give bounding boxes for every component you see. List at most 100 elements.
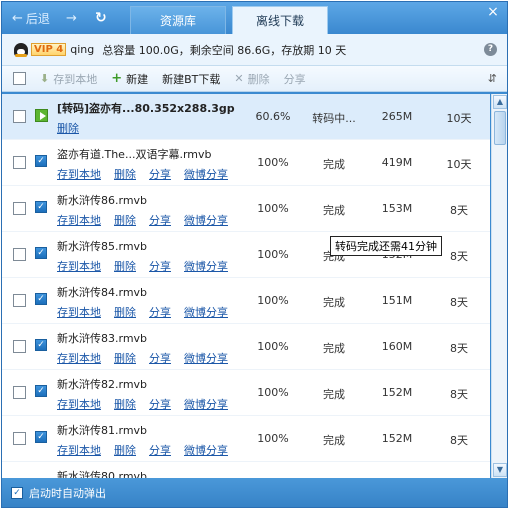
- new-bt-label: 新建BT下载: [162, 72, 221, 86]
- share-link[interactable]: 分享: [149, 258, 171, 274]
- save-local-link[interactable]: 存到本地: [57, 304, 101, 320]
- scroll-up-icon[interactable]: ▲: [493, 95, 507, 109]
- delete-link[interactable]: 删除: [57, 120, 79, 136]
- task-row[interactable]: ✓ 盗亦有道.The...双语字幕.rmvb 存到本地 删除 分享 微博分享 100%…: [2, 140, 490, 186]
- title-bar: ← 后退 → ↻ 资源库 离线下载 ×: [2, 2, 507, 34]
- sort-icon[interactable]: ⇵: [488, 72, 497, 85]
- row-checkbox[interactable]: [13, 202, 26, 215]
- complete-check-icon: ✓: [35, 247, 47, 259]
- delete-link[interactable]: 删除: [114, 396, 136, 412]
- progress-percent: 100%: [257, 294, 289, 307]
- task-row[interactable]: ✓ 新水浒传84.rmvb 存到本地 删除 分享 微博分享 100% 完成 151M …: [2, 278, 490, 324]
- save-local-label: 存到本地: [53, 72, 98, 86]
- qq-penguin-icon: [14, 42, 28, 57]
- file-size: 160M: [381, 340, 413, 353]
- select-all-checkbox[interactable]: [13, 72, 26, 85]
- task-row[interactable]: 新水浒传80.rmvb: [2, 462, 490, 478]
- delete-link[interactable]: 删除: [114, 212, 136, 228]
- weibo-share-link[interactable]: 微博分享: [184, 442, 228, 458]
- file-size: 152M: [381, 386, 413, 399]
- share-link[interactable]: 分享: [149, 442, 171, 458]
- row-checkbox[interactable]: [13, 386, 26, 399]
- delete-link[interactable]: 删除: [114, 350, 136, 366]
- new-bt-button[interactable]: 新建BT下载: [162, 71, 220, 87]
- delete-label: 删除: [247, 72, 270, 86]
- save-local-link[interactable]: 存到本地: [57, 258, 101, 274]
- new-task-button[interactable]: + 新建: [111, 71, 148, 87]
- row-checkbox[interactable]: [13, 432, 26, 445]
- task-row[interactable]: [转码]盗亦有...80.352x288.3gp 删除 60.6% 转码中...…: [2, 94, 490, 140]
- back-button[interactable]: ← 后退: [12, 8, 50, 28]
- save-local-link[interactable]: 存到本地: [57, 442, 101, 458]
- task-row[interactable]: ✓ 新水浒传83.rmvb 存到本地 删除 分享 微博分享 100% 完成 160M …: [2, 324, 490, 370]
- delete-link[interactable]: 删除: [114, 166, 136, 182]
- row-checkbox[interactable]: [13, 156, 26, 169]
- file-name: 新水浒传85.rmvb: [57, 240, 148, 253]
- weibo-share-link[interactable]: 微博分享: [184, 304, 228, 320]
- vip-badge: VIP 4: [31, 43, 67, 56]
- delete-link[interactable]: 删除: [114, 442, 136, 458]
- forward-button[interactable]: →: [66, 8, 77, 28]
- tab-resource-library[interactable]: 资源库: [130, 6, 226, 34]
- weibo-share-link[interactable]: 微博分享: [184, 350, 228, 366]
- progress-percent: 100%: [257, 340, 289, 353]
- task-row[interactable]: ✓ 新水浒传86.rmvb 存到本地 删除 分享 微博分享 100% 完成 153M …: [2, 186, 490, 232]
- share-link[interactable]: 分享: [149, 212, 171, 228]
- complete-check-icon: ✓: [35, 293, 47, 305]
- task-row[interactable]: ✓ 新水浒传81.rmvb 存到本地 删除 分享 微博分享 100% 完成 152M …: [2, 416, 490, 462]
- transcode-tooltip: 转码完成还需41分钟: [330, 236, 442, 256]
- save-local-button[interactable]: ⬇ 存到本地: [40, 71, 97, 87]
- toolbar: ⬇ 存到本地 + 新建 新建BT下载 ✕ 删除 分享 ⇵: [2, 66, 507, 92]
- play-icon[interactable]: [35, 109, 48, 122]
- file-size: 152M: [381, 432, 413, 445]
- file-size: 265M: [381, 110, 413, 123]
- delete-link[interactable]: 删除: [114, 304, 136, 320]
- file-size: 419M: [381, 156, 413, 169]
- file-name: 新水浒传83.rmvb: [57, 332, 148, 345]
- share-button[interactable]: 分享: [284, 71, 306, 87]
- new-label: 新建: [126, 72, 149, 86]
- close-button[interactable]: ×: [485, 4, 501, 20]
- weibo-share-link[interactable]: 微博分享: [184, 258, 228, 274]
- weibo-share-link[interactable]: 微博分享: [184, 396, 228, 412]
- save-local-link[interactable]: 存到本地: [57, 396, 101, 412]
- help-icon[interactable]: ?: [484, 43, 497, 56]
- share-link[interactable]: 分享: [149, 396, 171, 412]
- task-row[interactable]: ✓ 新水浒传82.rmvb 存到本地 删除 分享 微博分享 100% 完成 152M …: [2, 370, 490, 416]
- share-link[interactable]: 分享: [149, 304, 171, 320]
- task-status: 完成: [323, 388, 345, 401]
- days-remaining: 8天: [450, 296, 468, 309]
- days-remaining: 8天: [450, 250, 468, 263]
- days-remaining: 10天: [446, 158, 472, 171]
- scroll-down-icon[interactable]: ▼: [493, 463, 507, 477]
- save-local-link[interactable]: 存到本地: [57, 166, 101, 182]
- weibo-share-link[interactable]: 微博分享: [184, 212, 228, 228]
- task-status: 转码中...: [312, 112, 356, 125]
- days-remaining: 8天: [450, 388, 468, 401]
- row-checkbox[interactable]: [13, 248, 26, 261]
- save-local-link[interactable]: 存到本地: [57, 350, 101, 366]
- weibo-share-link[interactable]: 微博分享: [184, 166, 228, 182]
- delete-button[interactable]: ✕ 删除: [234, 71, 269, 87]
- task-list: [转码]盗亦有...80.352x288.3gp 删除 60.6% 转码中...…: [2, 94, 490, 478]
- row-checkbox[interactable]: [13, 294, 26, 307]
- row-checkbox[interactable]: [13, 110, 26, 123]
- row-checkbox[interactable]: [13, 340, 26, 353]
- share-link[interactable]: 分享: [149, 350, 171, 366]
- task-status: 完成: [323, 158, 345, 171]
- delete-link[interactable]: 删除: [114, 258, 136, 274]
- scroll-thumb[interactable]: [494, 111, 506, 145]
- save-local-link[interactable]: 存到本地: [57, 212, 101, 228]
- plus-icon: +: [111, 71, 123, 86]
- arrow-left-icon: ←: [12, 10, 23, 26]
- progress-percent: 60.6%: [255, 110, 291, 123]
- autostart-checkbox[interactable]: ✓: [11, 487, 23, 499]
- tab-offline-download[interactable]: 离线下载: [232, 6, 328, 34]
- file-name: 新水浒传80.rmvb: [57, 470, 148, 478]
- refresh-button[interactable]: ↻: [95, 8, 107, 28]
- file-size: 151M: [381, 294, 413, 307]
- complete-check-icon: ✓: [35, 431, 47, 443]
- vertical-scrollbar[interactable]: ▲ ▼: [491, 94, 507, 478]
- complete-check-icon: ✓: [35, 339, 47, 351]
- share-link[interactable]: 分享: [149, 166, 171, 182]
